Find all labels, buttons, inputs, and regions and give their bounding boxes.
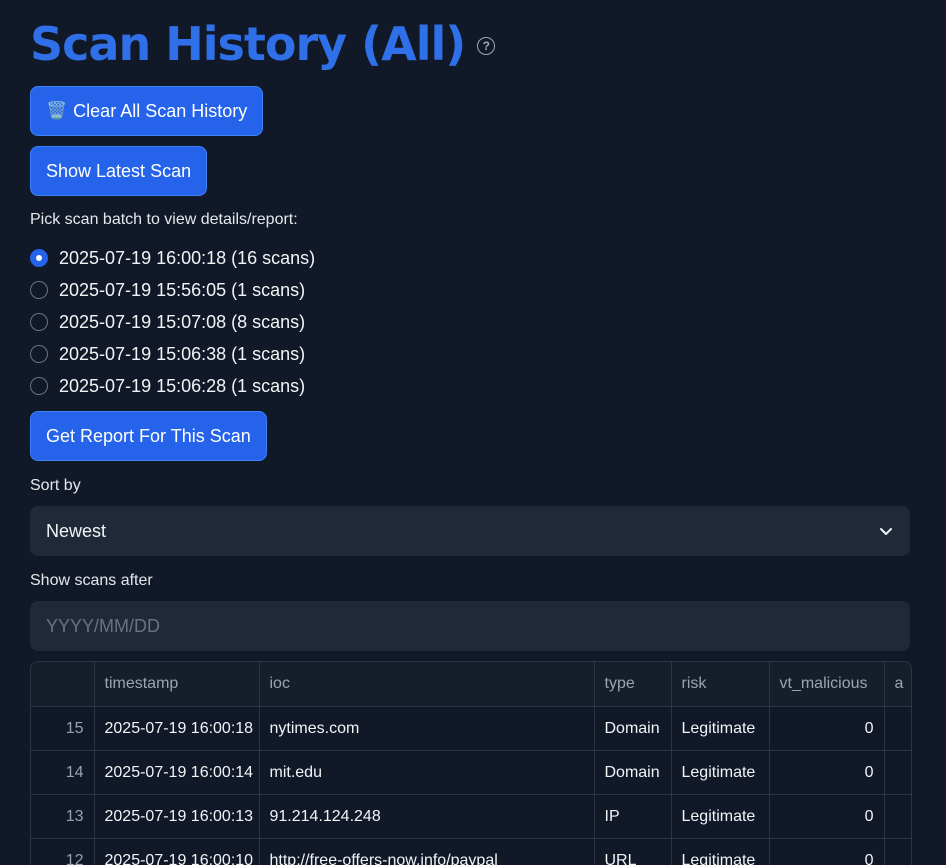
table-cell: 91.214.124.248 <box>259 794 595 839</box>
batch-radio-option[interactable]: 2025-07-19 15:56:05 (1 scans) <box>30 274 315 306</box>
table-row[interactable]: 15 2025-07-19 16:00:18 nytimes.com Domain Le… <box>31 706 911 751</box>
radio-button-icon[interactable] <box>30 345 48 363</box>
batch-radio-option[interactable]: 2025-07-19 15:06:28 (1 scans) <box>30 370 315 402</box>
row-index-cell: 12 <box>31 838 95 865</box>
column-header[interactable]: type <box>594 662 672 707</box>
column-header[interactable] <box>31 662 95 707</box>
show-latest-scan-button[interactable]: Show Latest Scan <box>30 146 208 196</box>
radio-button-icon[interactable] <box>30 313 48 331</box>
table-row[interactable]: 13 2025-07-19 16:00:13 91.214.124.248 IP Leg… <box>31 794 911 839</box>
table-body: 15 2025-07-19 16:00:18 nytimes.com Domain Le… <box>31 706 911 865</box>
table-cell: 2025-07-19 16:00:14 <box>94 750 260 795</box>
batch-picker-label: Pick scan batch to view details/report: <box>30 211 298 228</box>
row-index-cell: 15 <box>31 706 95 751</box>
table-cell: 2025-07-19 16:00:10 <box>94 838 260 865</box>
date-filter-label: Show scans after <box>30 572 153 589</box>
table-cell: 0 <box>769 750 885 795</box>
batch-radio-option[interactable]: 2025-07-19 15:06:38 (1 scans) <box>30 338 315 370</box>
table-cell <box>884 750 911 795</box>
batch-radio-option[interactable]: 2025-07-19 15:07:08 (8 scans) <box>30 306 315 338</box>
row-index-cell: 14 <box>31 750 95 795</box>
column-header[interactable]: risk <box>671 662 770 707</box>
sort-select[interactable]: Newest <box>30 506 910 556</box>
batch-radio-label: 2025-07-19 15:06:28 (1 scans) <box>59 375 306 396</box>
column-header[interactable]: timestamp <box>94 662 260 707</box>
table-cell: Legitimate <box>671 794 770 839</box>
sort-select-value: Newest <box>46 520 107 541</box>
batch-radio-label: 2025-07-19 15:56:05 (1 scans) <box>59 279 306 300</box>
table-cell: Legitimate <box>671 750 770 795</box>
table-cell: Legitimate <box>671 706 770 751</box>
table-cell: mit.edu <box>259 750 595 795</box>
batch-radio-label: 2025-07-19 15:06:38 (1 scans) <box>59 343 306 364</box>
batch-radio-label: 2025-07-19 16:00:18 (16 scans) <box>59 247 316 268</box>
column-header[interactable]: a <box>884 662 911 707</box>
table-cell: 2025-07-19 16:00:18 <box>94 706 260 751</box>
table-cell: nytimes.com <box>259 706 595 751</box>
scan-history-page: Scan History (All) ? 🗑️ Clear All Scan H… <box>0 0 946 865</box>
column-header[interactable]: ioc <box>259 662 595 707</box>
table-cell: Legitimate <box>671 838 770 865</box>
get-report-label: Get Report For This Scan <box>46 425 251 446</box>
page-title: Scan History (All) <box>30 17 466 71</box>
scan-table[interactable]: timestamp ioc type risk vt_malicious a 15 2025… <box>30 661 912 865</box>
clear-history-label: Clear All Scan History <box>73 100 248 121</box>
table-cell <box>884 838 911 865</box>
table-cell: 0 <box>769 706 885 751</box>
chevron-down-icon <box>880 528 892 535</box>
batch-radio-group: 2025-07-19 16:00:18 (16 scans) 2025-07-19… <box>30 242 315 402</box>
trash-icon: 🗑️ <box>46 101 68 120</box>
sort-label: Sort by <box>30 477 81 494</box>
table-cell: 2025-07-19 16:00:13 <box>94 794 260 839</box>
radio-button-icon[interactable] <box>30 249 48 267</box>
table-cell <box>884 794 911 839</box>
table-cell: http://free-offers-now.info/paypal <box>259 838 595 865</box>
date-filter-input[interactable] <box>30 601 910 651</box>
batch-radio-label: 2025-07-19 15:07:08 (8 scans) <box>59 311 306 332</box>
page-header: Scan History (All) ? <box>30 12 496 76</box>
table-row[interactable]: 14 2025-07-19 16:00:14 mit.edu Domain Legiti… <box>31 750 911 795</box>
radio-button-icon[interactable] <box>30 281 48 299</box>
radio-button-icon[interactable] <box>30 377 48 395</box>
show-latest-label: Show Latest Scan <box>46 160 192 181</box>
clear-history-button[interactable]: 🗑️ Clear All Scan History <box>30 86 264 136</box>
get-report-button[interactable]: Get Report For This Scan <box>30 411 267 461</box>
table-cell: 0 <box>769 838 885 865</box>
table-cell: IP <box>594 794 672 839</box>
table-cell: Domain <box>594 750 672 795</box>
table-cell: Domain <box>594 706 672 751</box>
table-row[interactable]: 12 2025-07-19 16:00:10 http://free-offers-… <box>31 838 911 865</box>
table-cell: URL <box>594 838 672 865</box>
table-cell: 0 <box>769 794 885 839</box>
help-icon[interactable]: ? <box>477 37 496 55</box>
table-cell <box>884 706 911 751</box>
column-header[interactable]: vt_malicious <box>769 662 885 707</box>
row-index-cell: 13 <box>31 794 95 839</box>
table-header-row: timestamp ioc type risk vt_malicious a <box>31 662 911 707</box>
batch-radio-option[interactable]: 2025-07-19 16:00:18 (16 scans) <box>30 242 315 274</box>
